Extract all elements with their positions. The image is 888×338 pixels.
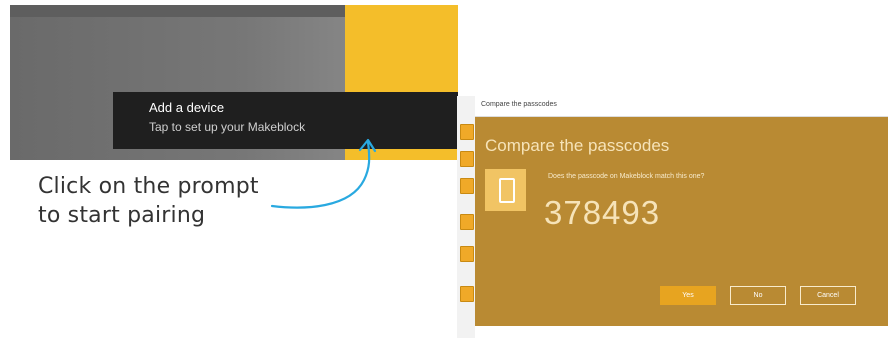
passcode-question: Does the passcode on Makeblock match thi… bbox=[548, 173, 705, 180]
yes-button[interactable]: Yes bbox=[660, 286, 716, 305]
cancel-button[interactable]: Cancel bbox=[800, 286, 856, 305]
passcode-value: 378493 bbox=[544, 194, 661, 231]
caption-line-2: to start pairing bbox=[38, 203, 206, 228]
caption-line-1: Click on the prompt bbox=[38, 174, 259, 199]
phone-outline bbox=[499, 178, 515, 203]
app-tile-icon bbox=[460, 124, 474, 140]
app-tile-icon bbox=[460, 214, 474, 230]
dialog-heading: Compare the passcodes bbox=[485, 136, 670, 155]
instruction-caption: Click on the prompt to start pairing bbox=[38, 172, 298, 230]
app-tile-icon bbox=[460, 246, 474, 262]
dialog-title-bar: Compare the passcodes bbox=[475, 96, 888, 117]
app-tile-icon bbox=[460, 151, 474, 167]
no-button[interactable]: No bbox=[730, 286, 786, 305]
app-tile-icon bbox=[460, 178, 474, 194]
compare-passcodes-dialog: Compare the passcodes Compare the passco… bbox=[475, 96, 888, 326]
phone-icon bbox=[485, 169, 526, 211]
desktop-window-top bbox=[10, 5, 345, 17]
window-title: Compare the passcodes bbox=[481, 101, 557, 108]
pointer-arrow-icon bbox=[270, 138, 377, 209]
app-tile-icon bbox=[460, 286, 474, 302]
pairing-screenshot: Compare the passcodes Compare the passco… bbox=[457, 96, 888, 338]
background-app-strip bbox=[457, 96, 475, 338]
notification-title: Add a device bbox=[149, 100, 225, 115]
